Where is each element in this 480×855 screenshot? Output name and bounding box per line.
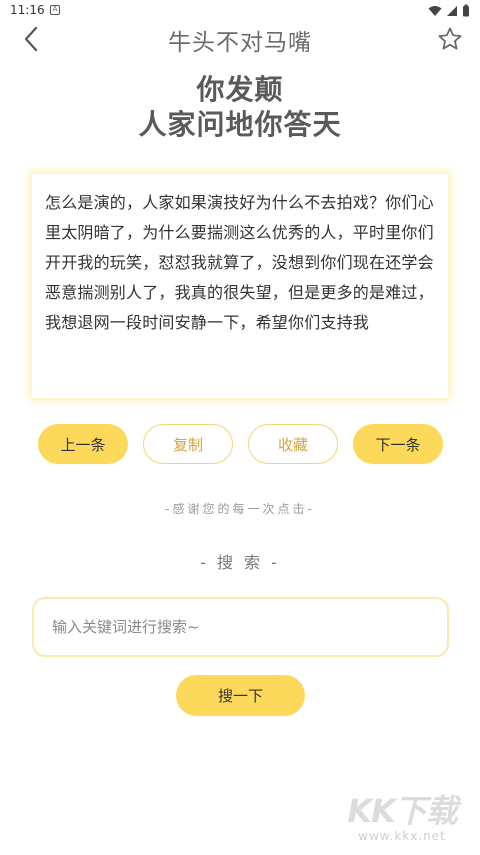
search-input[interactable] [34,599,432,655]
content-card: 怎么是演的，人家如果演技好为什么不去拍戏？你们心里太阴暗了，为什么要揣测这么优秀… [32,174,448,398]
headline-line-1: 你发颠 [196,73,284,106]
search-box [32,597,449,657]
next-button[interactable]: 下一条 [353,424,443,464]
headline: 你发颠 人家问地你答天 [0,72,480,142]
search-button[interactable]: 搜一下 [176,675,305,716]
notification-icon: A [50,5,60,15]
watermark: KK下载 www.kkx.net [342,793,462,853]
action-button-row: 上一条 复制 收藏 下一条 [38,424,444,464]
collect-button[interactable]: 收藏 [248,424,338,464]
watermark-url: www.kkx.net [358,829,446,843]
battery-icon [463,4,469,17]
app-header: 牛头不对马嘴 [0,18,480,62]
page-title: 牛头不对马嘴 [168,30,312,56]
watermark-logo: KK下载 [347,792,458,830]
signal-icon [447,5,458,16]
copy-button[interactable]: 复制 [143,424,233,464]
wifi-icon [428,5,442,16]
status-time: 11:16 [10,3,45,17]
thanks-text: -感谢您的每一次点击- [165,502,315,516]
status-indicators [428,3,470,19]
content-text: 怎么是演的，人家如果演技好为什么不去拍戏？你们心里太阴暗了，为什么要揣测这么优秀… [45,193,434,332]
star-outline-icon [438,27,462,50]
prev-button[interactable]: 上一条 [38,424,128,464]
search-heading: - 搜 索 - [200,553,280,572]
headline-line-2: 人家问地你答天 [138,108,342,141]
favorite-button[interactable] [432,21,468,57]
